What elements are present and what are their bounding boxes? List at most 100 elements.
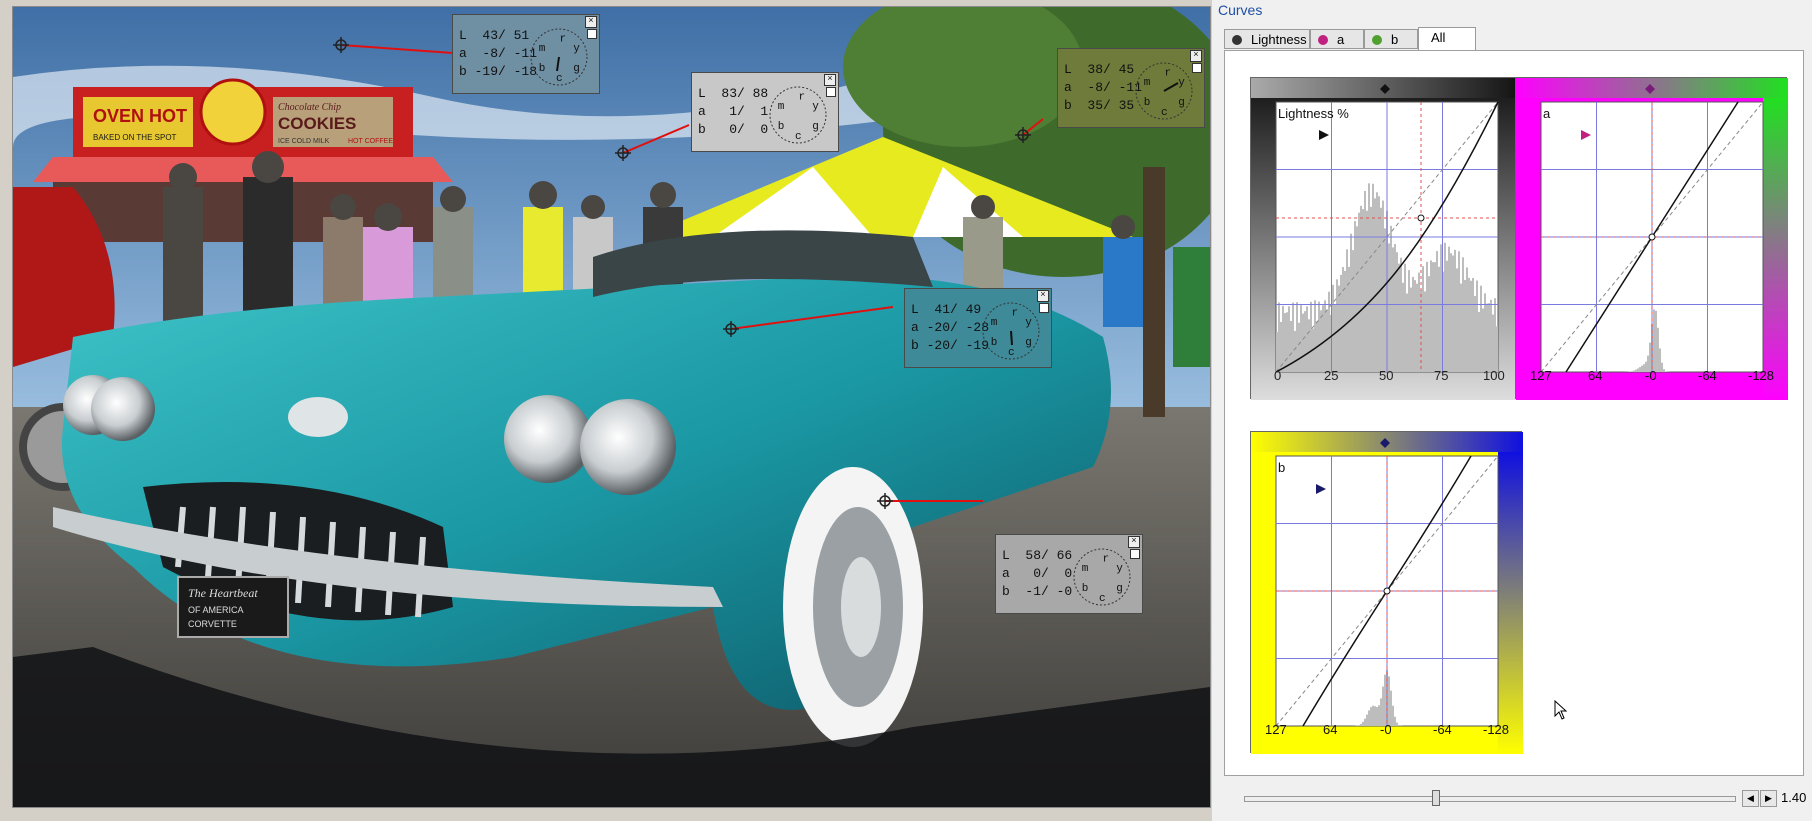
arrow-left-icon[interactable]: ◀ — [1742, 790, 1759, 807]
readout-row-b: b -20/ -19 — [911, 338, 990, 353]
tick-label: -64 — [1433, 722, 1452, 737]
dial-letter: g — [573, 63, 580, 75]
sign-text-oven-hot: OVEN HOT — [93, 106, 187, 126]
readout-row-a: a 1/ 1 — [698, 104, 769, 119]
readout-row-a: a 0/ 0 — [1002, 566, 1073, 581]
color-readout-1[interactable]: × L 43/ 51 a -8/ -11 b -19/ -18 rygcbm — [452, 14, 600, 94]
tab-label: All — [1431, 30, 1446, 45]
tick-label: -0 — [1380, 722, 1392, 737]
readout-row-b: b -19/ -18 — [459, 64, 538, 79]
zoom-value: 1.40 — [1781, 790, 1807, 805]
color-readout-5[interactable]: × L 58/ 66 a 0/ 0b -1/ -0 rygcbm — [995, 534, 1143, 614]
dial-letter: r — [1103, 553, 1110, 565]
lightness-curve-editor[interactable]: Lightness % 0 25 50 75 100 — [1250, 77, 1523, 400]
hue-dial-icon: rygcbm — [1073, 548, 1131, 606]
tick-label: -64 — [1698, 368, 1717, 383]
hue-dial-icon: rygcbm — [769, 86, 827, 144]
sign-text-coffee: HOT COFFEE — [348, 138, 393, 145]
dial-letter: y — [1025, 317, 1032, 329]
dial-letter: y — [1178, 77, 1185, 89]
arrow-right-icon[interactable]: ▶ — [1760, 790, 1777, 807]
tick-label: 127 — [1265, 722, 1287, 737]
curve-label: b — [1278, 460, 1286, 475]
dial-letter: b — [991, 337, 998, 349]
tab-label: Lightness — [1251, 32, 1307, 47]
b-curve-editor[interactable]: b 127 64 -0 -64 -128 — [1250, 431, 1523, 754]
readout-row-l: L 58/ 66 — [1002, 548, 1073, 563]
dial-letter: y — [1116, 563, 1123, 575]
dial-letter: m — [778, 101, 785, 113]
panel-title: Curves — [1218, 2, 1263, 18]
tick-label: 127 — [1530, 368, 1552, 383]
dial-letter: r — [799, 91, 806, 103]
plate-text-heartbeat: The Heartbeat — [188, 586, 258, 600]
sign-text-milk: ICE COLD MILK — [278, 138, 330, 145]
slider-track[interactable] — [1244, 796, 1736, 802]
a-curve-editor[interactable]: a 127 64 -0 -64 -128 — [1515, 77, 1788, 400]
hue-dial-icon: rygcbm — [982, 302, 1040, 360]
dial-letter: r — [1165, 67, 1172, 79]
tab-lightness[interactable]: Lightness — [1224, 29, 1310, 49]
readout-row-l: L 41/ 49 — [911, 302, 982, 317]
dial-letter: c — [556, 73, 563, 85]
curve-label: Lightness % — [1278, 106, 1349, 121]
dial-letter: m — [539, 43, 546, 55]
tick-label: 25 — [1324, 368, 1339, 383]
dial-letter: g — [1178, 97, 1185, 109]
dial-letter: b — [1082, 583, 1089, 595]
tab-b[interactable]: b — [1364, 29, 1418, 49]
readout-row-l: L 83/ 88 — [698, 86, 769, 101]
plate-text-america: OF AMERICA — [188, 605, 244, 615]
color-readout-2[interactable]: × L 83/ 88 a 1/ 1b 0/ 0 rygcbm — [691, 72, 839, 152]
dial-letter: m — [991, 317, 998, 329]
hue-dial-icon: rygcbm — [1135, 62, 1193, 120]
readout-row-a: a -20/ -28 — [911, 320, 990, 335]
color-readout-4[interactable]: × L 41/ 49 a -20/ -28 b -20/ -19 rygcbm — [904, 288, 1052, 368]
curves-panel: Curves Lightness a b All Lightness % 0 2… — [1212, 0, 1812, 821]
dial-letter: r — [560, 33, 567, 45]
tick-label: 100 — [1483, 368, 1505, 383]
readout-row-b: b 0/ 0 — [698, 122, 769, 137]
photo-illustration: OVEN HOT BAKED ON THE SPOT Chocolate Chi… — [13, 7, 1210, 807]
dial-letter: g — [1025, 337, 1032, 349]
sign-text-chocolate: Chocolate Chip — [278, 102, 341, 113]
sign-text-baked: BAKED ON THE SPOT — [93, 133, 177, 142]
curve-label: a — [1543, 106, 1551, 121]
tick-label: 75 — [1434, 368, 1449, 383]
dial-letter: y — [573, 43, 580, 55]
tab-a[interactable]: a — [1310, 29, 1364, 49]
tick-label: 64 — [1323, 722, 1338, 737]
dial-letter: c — [795, 131, 802, 143]
readout-row-b: b -1/ -0 — [1002, 584, 1073, 599]
tick-label: 64 — [1588, 368, 1603, 383]
readout-row-a: a -8/ -11 — [459, 46, 538, 61]
tab-all[interactable]: All — [1418, 27, 1476, 51]
readout-row-l: L 43/ 51 — [459, 28, 530, 43]
readout-row-b: b 35/ 35 — [1064, 98, 1135, 113]
tick-label: 0 — [1274, 368, 1282, 383]
mouse-pointer-icon — [1554, 700, 1568, 720]
dial-letter: m — [1144, 77, 1151, 89]
dial-letter: c — [1008, 347, 1015, 359]
dial-letter: g — [1116, 583, 1123, 595]
dial-letter: b — [1144, 97, 1151, 109]
tab-label: a — [1337, 32, 1345, 47]
readout-row-l: L 38/ 45 — [1064, 62, 1135, 77]
zoom-slider-bar: ◀ ▶ 1.40 — [1224, 784, 1806, 812]
slider-thumb[interactable] — [1432, 790, 1440, 806]
image-canvas[interactable]: OVEN HOT BAKED ON THE SPOT Chocolate Chi… — [12, 6, 1211, 808]
tab-label: b — [1391, 32, 1399, 47]
a-channel-icon — [1318, 35, 1328, 45]
tick-label: -128 — [1483, 722, 1510, 737]
dial-letter: y — [812, 101, 819, 113]
dial-letter: c — [1161, 107, 1168, 119]
color-readout-3[interactable]: × L 38/ 45 a -8/ -11 b 35/ 35 rygcbm — [1057, 48, 1205, 128]
dial-letter: c — [1099, 593, 1106, 605]
sign-text-cookies: COOKIES — [278, 114, 356, 133]
b-channel-icon — [1372, 35, 1382, 45]
dial-letter: b — [539, 63, 546, 75]
readout-row-a: a -8/ -11 — [1064, 80, 1143, 95]
hue-dial-icon: rygcbm — [530, 28, 588, 86]
curves-content: Lightness % 0 25 50 75 100 a 127 64 -0 -… — [1224, 50, 1804, 776]
dial-letter: r — [1012, 307, 1019, 319]
